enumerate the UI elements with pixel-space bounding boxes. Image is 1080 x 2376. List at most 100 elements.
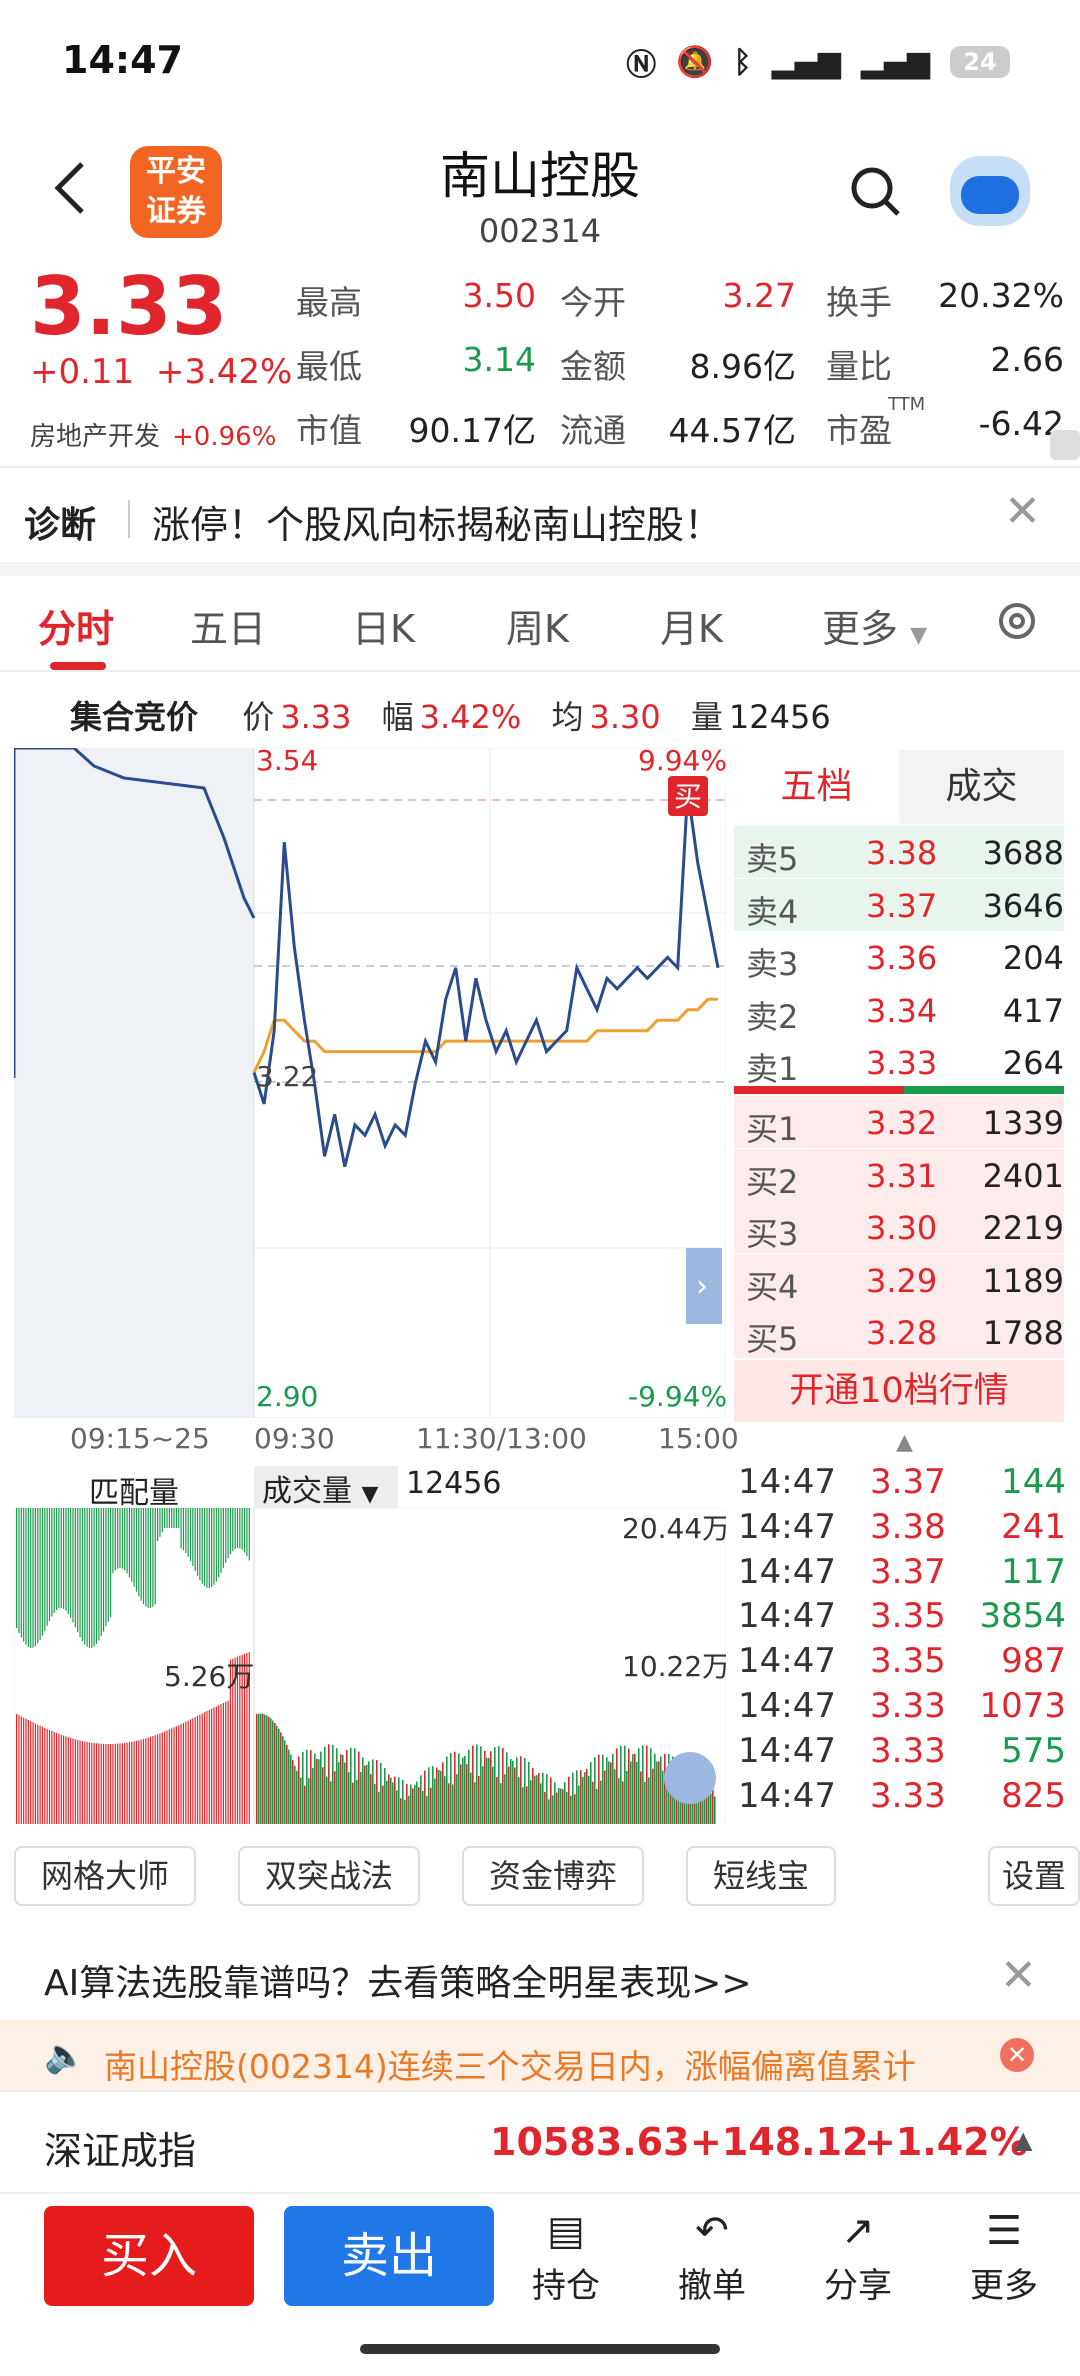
search-icon[interactable] <box>848 164 904 220</box>
buy-marker-text: 买 <box>674 780 702 813</box>
volume-bar <box>644 1781 646 1824</box>
bids-level[interactable]: 买4 3.29 1189 <box>734 1253 1064 1306</box>
index-bar[interactable]: 深证成指 10583.63 +148.12 +1.42% ▲ <box>0 2090 1080 2194</box>
volume-bar <box>484 1750 486 1824</box>
volume-bar <box>398 1777 400 1824</box>
match-volume-bar <box>218 1508 220 1578</box>
volume-bar <box>658 1761 660 1824</box>
auction-volume-bar <box>100 1743 102 1824</box>
bids-level[interactable]: 买3 3.30 2219 <box>734 1201 1064 1253</box>
asks-level[interactable]: 卖5 3.38 3688 <box>734 826 1064 878</box>
expand-icon[interactable] <box>1050 430 1080 460</box>
expand-up-icon[interactable]: ▲ <box>1014 2126 1032 2154</box>
buy-button[interactable]: 买入 <box>44 2206 254 2306</box>
collapse-up-icon[interactable]: ▲ <box>896 1430 913 1455</box>
volume-bar <box>630 1761 632 1824</box>
more-button[interactable]: ☰ 更多 <box>954 2208 1054 2307</box>
bids-level[interactable]: 买1 3.32 1339 <box>734 1096 1064 1148</box>
tool-grid-master[interactable]: 网格大师 <box>14 1846 196 1906</box>
tab-trades[interactable]: 成交 <box>899 750 1064 824</box>
tool-settings[interactable]: 设置 <box>988 1846 1080 1906</box>
volume-bar <box>492 1766 494 1824</box>
asks-level[interactable]: 卖3 3.36 204 <box>734 931 1064 983</box>
signal-icon-2: ▂▄▆ <box>860 44 930 80</box>
volume-bar <box>420 1775 422 1824</box>
asks-level[interactable]: 卖1 3.33 264 <box>734 1036 1064 1088</box>
volume-selector[interactable]: 成交量 ▼ <box>254 1466 398 1509</box>
volume-bar <box>636 1761 638 1824</box>
change-percent: +3.42% <box>155 352 293 392</box>
fullscreen-icon[interactable] <box>664 1752 716 1804</box>
auction-volume-bar <box>142 1738 145 1824</box>
quote-value: 2.66 <box>990 340 1064 379</box>
volume-chart[interactable]: 20.44万 10.22万 5.26万 <box>14 1508 726 1824</box>
upgrade-level10-button[interactable]: 开通10档行情 <box>734 1360 1064 1422</box>
tool-short-term[interactable]: 短线宝 <box>686 1846 836 1906</box>
close-icon[interactable]: ✕ <box>1000 1950 1037 2001</box>
ai-assistant-icon[interactable] <box>950 156 1030 226</box>
volume-selector-label: 成交量 <box>262 1474 352 1509</box>
volume-bar <box>300 1777 302 1824</box>
volume-bar <box>646 1745 648 1824</box>
tool-capital-game[interactable]: 资金博弈 <box>462 1846 644 1906</box>
volume-bar <box>422 1790 424 1824</box>
volume-bar <box>404 1799 406 1824</box>
volume-bar <box>524 1757 526 1824</box>
tool-double-breakout[interactable]: 双突战法 <box>238 1846 420 1906</box>
share-button[interactable]: ↗ 分享 <box>808 2208 908 2307</box>
chart-tabs: 分时 五日 日K 周K 月K 更多 ▼ <box>0 576 1080 672</box>
match-volume-bar <box>175 1508 177 1528</box>
trade-time: 14:47 <box>738 1551 836 1592</box>
volume-bar <box>590 1762 592 1824</box>
match-volume-bar <box>232 1508 234 1552</box>
home-indicator[interactable] <box>360 2344 720 2354</box>
match-volume-bar <box>30 1508 32 1648</box>
cancel-order-button[interactable]: ↶ 撤单 <box>662 2208 762 2307</box>
auction-volume-bar <box>110 1743 112 1824</box>
volume-mid-label: 10.22万 <box>622 1650 726 1683</box>
intraday-price-chart[interactable]: 买 3.54 9.94% 3.22 2.90 -9.94% › <box>14 748 726 1418</box>
tab-monthly-k[interactable]: 月K <box>660 598 723 653</box>
quote-label: 今开 <box>560 283 626 322</box>
auction-volume-bar <box>196 1715 199 1824</box>
info-average: 3.30 <box>589 698 661 736</box>
match-volume-bar <box>124 1508 126 1571</box>
bids-level[interactable]: 买5 3.28 1788 <box>734 1306 1064 1358</box>
match-volume-bar <box>100 1508 102 1637</box>
quote-value: 8.96亿 <box>689 347 796 386</box>
volume-bar <box>580 1770 582 1824</box>
volume-bar <box>418 1787 420 1824</box>
asks-level[interactable]: 卖4 3.37 3646 <box>734 878 1064 931</box>
close-icon[interactable]: ✕ <box>1004 486 1041 537</box>
tab-five-levels[interactable]: 五档 <box>734 750 899 824</box>
tab-five-day[interactable]: 五日 <box>190 598 266 653</box>
diagnosis-bar[interactable]: 诊断 涨停！个股风向标揭秘南山控股！ ✕ <box>0 468 1080 568</box>
match-volume-bar <box>46 1508 48 1626</box>
mid-price-label: 3.22 <box>256 1060 318 1093</box>
quote-label: 量比 <box>826 347 892 386</box>
tab-weekly-k[interactable]: 周K <box>506 598 569 653</box>
trade-time: 14:47 <box>738 1686 836 1726</box>
volume-bar <box>528 1761 530 1824</box>
auction-volume-bar <box>39 1725 41 1824</box>
tab-daily-k[interactable]: 日K <box>352 598 415 653</box>
sector-info[interactable]: 房地产开发 +0.96% <box>30 416 276 453</box>
asks-level[interactable]: 卖2 3.34 417 <box>734 984 1064 1036</box>
holdings-button[interactable]: ▤ 持仓 <box>516 2208 616 2307</box>
time-close: 15:00 <box>658 1422 739 1455</box>
bids-level[interactable]: 买2 3.31 2401 <box>734 1148 1064 1201</box>
volume-bar <box>430 1787 432 1824</box>
pe-ttm-label: TTM <box>888 394 926 415</box>
volume-bar <box>330 1781 332 1824</box>
tab-more[interactable]: 更多 ▼ <box>822 598 927 653</box>
volume-bar <box>310 1750 312 1824</box>
settings-gear-icon[interactable] <box>994 598 1040 644</box>
quote-label: 金额 <box>560 347 626 386</box>
match-volume-bar <box>110 1508 112 1618</box>
sell-button[interactable]: 卖出 <box>284 2206 494 2306</box>
close-icon[interactable]: ✕ <box>1000 2038 1034 2072</box>
ai-banner[interactable]: AI算法选股靠谱吗？去看策略全明星表现>> ✕ <box>0 1932 1080 2022</box>
volume-bar <box>568 1776 570 1824</box>
tab-intraday[interactable]: 分时 <box>38 598 114 653</box>
match-volume-bar <box>208 1508 210 1588</box>
